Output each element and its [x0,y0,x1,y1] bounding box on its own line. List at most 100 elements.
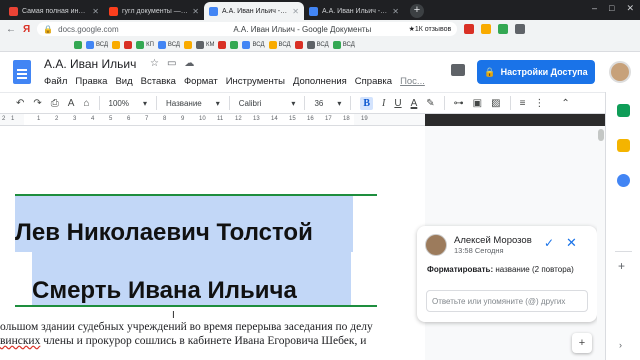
menu-format[interactable]: Формат [184,76,218,87]
browser-tab-active[interactable]: А.А. Иван Ильич - Goog... ✕ [204,2,304,20]
bookmark-item[interactable] [74,40,82,49]
tab-close-icon[interactable]: ✕ [392,7,399,16]
bookmark-item[interactable]: ВСД [242,40,265,49]
heading-author[interactable]: Лев Николаевич Толстой [15,219,313,247]
ruler-number: 17 [325,116,332,122]
reviews-badge[interactable]: ★1К отзывов [409,25,452,33]
menu-view[interactable]: Вид [115,76,132,87]
extension-icon[interactable] [498,24,509,34]
scrollbar-thumb[interactable] [598,129,604,141]
redo-icon[interactable]: ↷ [33,98,41,109]
bookmark-item[interactable] [112,40,121,49]
docs-logo-icon[interactable] [13,60,31,84]
highlight-icon[interactable]: ✎ [426,98,434,109]
menu-help[interactable]: Справка [355,76,392,87]
extension-icon[interactable] [515,24,526,34]
underline-button[interactable]: U [394,98,401,109]
align-icon[interactable]: ≡ [520,98,526,109]
document-title[interactable]: А.А. Иван Ильич [44,57,136,71]
resolve-check-icon[interactable]: ✓ [544,236,554,250]
add-comment-button[interactable]: + [572,333,592,353]
comment-card[interactable]: Алексей Морозов 13:58 Сегодня ✓ ✕ Формат… [417,226,597,322]
collapse-toolbar-icon[interactable]: ⌃ [561,98,569,109]
bookmark-item[interactable]: ВСД [86,40,108,49]
close-icon[interactable]: ✕ [566,235,577,251]
back-icon[interactable]: ← [6,24,16,35]
bookmark-icon [332,40,341,49]
bookmark-item[interactable] [183,40,192,49]
style-select[interactable]: Название ▾ [166,99,220,108]
bookmark-item[interactable]: ВСД [268,40,291,49]
menu-edit[interactable]: Правка [75,76,107,87]
text-color-button[interactable]: A [411,98,418,109]
misspelled-word[interactable]: винских [0,335,40,347]
last-edit-link[interactable]: Пос... [400,76,425,87]
expand-panel-icon[interactable]: › [619,340,622,350]
add-comment-icon[interactable]: ▣ [473,98,482,109]
font-size-select[interactable]: 36 ▾ [314,99,341,108]
toolbar-divider [350,96,352,110]
bookmark-item[interactable] [124,40,133,49]
zoom-select[interactable]: 100% ▾ [109,99,147,108]
bookmark-item[interactable] [218,40,227,49]
menu-file[interactable]: Файл [44,76,67,87]
vertical-scrollbar[interactable] [597,126,605,360]
close-window-button[interactable]: ✕ [626,3,634,14]
yandex-icon[interactable]: Я [23,24,30,35]
tab-close-icon[interactable]: ✕ [192,7,199,16]
ruler-number: 2 [55,116,59,122]
new-tab-button[interactable]: + [410,4,424,18]
more-options-icon[interactable]: ⋮ [534,98,544,109]
comment-history-icon[interactable] [451,64,465,76]
browser-tab[interactable]: А.А. Иван Ильич - Google... ✕ [304,2,404,20]
extension-icon[interactable] [481,24,492,34]
bold-button[interactable]: B [360,96,374,110]
tab-title: А.А. Иван Ильич - Goog... [222,7,288,15]
extension-icon[interactable] [464,24,475,34]
comment-detail: название (2 повтора) [493,265,574,274]
heading-title[interactable]: Смерть Ивана Ильича [32,277,297,305]
url-field[interactable]: 🔒 docs.google.com А.А. Иван Ильич - Goog… [37,22,458,36]
share-button[interactable]: 🔒 Настройки Доступа [477,60,595,84]
browser-tab[interactable]: Самая полная инструкция... ✕ [4,2,104,20]
font-select[interactable]: Calibri ▾ [239,99,296,108]
menu-tools[interactable]: Инструменты [226,76,285,87]
ruler-number: 5 [109,116,113,122]
sheets-icon[interactable] [617,104,630,117]
maximize-button[interactable]: □ [609,3,614,14]
reply-input[interactable]: Ответьте или упомяните (@) других [426,290,588,312]
minimize-button[interactable]: – [592,3,597,14]
print-icon[interactable]: ⎙ [51,98,59,109]
bookmark-item[interactable]: КП [136,40,154,49]
tasks-icon[interactable] [617,174,630,187]
selection-border [15,194,377,196]
bookmark-item[interactable]: ВСД [157,40,180,49]
cloud-status-icon[interactable]: ☁ [184,58,194,69]
bookmark-item[interactable]: КМ [195,40,214,49]
body-text-line[interactable]: ольшом здании судебных учреждений во вре… [0,321,373,333]
paint-format-icon[interactable]: ⌂ [83,98,89,109]
bookmark-item[interactable]: ВСД [306,40,329,49]
browser-tab[interactable]: гугл документы — Яндекс... ✕ [104,2,204,20]
bookmark-item[interactable]: ВСД [332,40,355,49]
tab-close-icon[interactable]: ✕ [92,7,99,16]
undo-icon[interactable]: ↶ [16,98,24,109]
spellcheck-icon[interactable]: A [68,98,75,109]
ruler-number: 9 [181,116,185,122]
bookmark-item[interactable] [230,40,239,49]
image-icon[interactable]: ▨ [491,98,500,109]
italic-button[interactable]: I [382,98,385,109]
menu-insert[interactable]: Вставка [141,76,176,87]
body-text-line[interactable]: винских члены и прокурор сошлись в кабин… [0,335,366,347]
bookmark-item[interactable] [294,40,303,49]
get-addons-icon[interactable]: + [618,259,625,273]
link-icon[interactable]: ⊶ [454,98,464,109]
move-folder-icon[interactable]: ▭ [167,58,176,69]
tab-close-icon[interactable]: ✕ [292,7,299,16]
account-avatar[interactable] [609,61,631,83]
star-icon[interactable]: ☆ [150,58,159,69]
keep-icon[interactable] [617,139,630,152]
comment-time: 13:58 Сегодня [454,246,504,255]
bookmark-icon [242,40,251,49]
menu-addons[interactable]: Дополнения [293,76,347,87]
